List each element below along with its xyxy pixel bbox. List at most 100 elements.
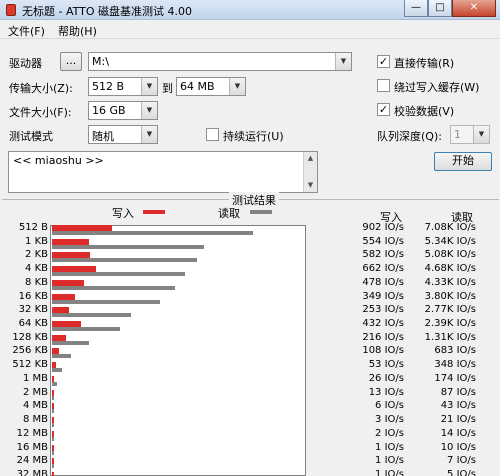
read-bar: [52, 231, 254, 235]
read-value: 174 IO/s: [434, 372, 476, 384]
legend-write-label: 写入: [112, 207, 134, 220]
read-value: 3.80K IO/s: [424, 290, 476, 302]
menu-help[interactable]: 帮助(H): [58, 23, 97, 39]
bypass-cache-checkbox[interactable]: [377, 79, 390, 92]
read-bar: [52, 299, 161, 304]
y-tick-label: 1 MB: [22, 372, 48, 384]
read-bar: [52, 244, 204, 249]
queue-depth-select[interactable]: 1 ▼: [450, 125, 490, 144]
close-button[interactable]: ✕: [452, 0, 496, 17]
y-tick-label: 8 MB: [22, 414, 48, 426]
y-tick-label: 1 KB: [25, 235, 48, 247]
results-chart: [50, 225, 306, 476]
y-tick-label: 512 KB: [12, 359, 48, 371]
read-bar: [52, 340, 90, 345]
read-bar: [52, 423, 54, 428]
transfer-to-value: 64 MB: [180, 80, 215, 93]
legend-read-swatch: [250, 210, 272, 214]
transfer-size-label: 传输大小(Z):: [9, 82, 73, 95]
write-value: 582 IO/s: [362, 249, 404, 261]
menu-bar: 文件(F) 帮助(H): [0, 20, 500, 39]
write-value: 662 IO/s: [362, 263, 404, 275]
y-tick-label: 128 KB: [12, 331, 48, 343]
write-value: 253 IO/s: [362, 304, 404, 316]
write-value: 902 IO/s: [362, 222, 404, 233]
y-tick-label: 16 MB: [16, 441, 48, 453]
read-bar: [52, 450, 54, 455]
read-value: 7.08K IO/s: [424, 222, 476, 233]
transfer-to-select[interactable]: 64 MB ▼: [176, 77, 246, 96]
read-value: 43 IO/s: [440, 400, 476, 412]
verify-data-checkbox[interactable]: ✓: [377, 103, 390, 116]
y-tick-label: 4 MB: [22, 400, 48, 412]
chevron-down-icon: ▼: [141, 126, 157, 143]
chevron-down-icon: ▼: [335, 53, 351, 70]
read-bar: [52, 272, 186, 277]
app-icon: [6, 4, 16, 16]
read-bar: [52, 409, 54, 414]
test-mode-value: 随机: [92, 130, 114, 143]
chevron-down-icon: ▼: [141, 78, 157, 95]
continuous-label: 持续运行(U): [223, 130, 284, 143]
bypass-cache-label: 绕过写入缓存(W): [394, 81, 480, 94]
menu-file[interactable]: 文件(F): [8, 23, 45, 39]
read-bar: [52, 285, 176, 290]
notes-text: << miaoshu >>: [13, 154, 104, 167]
title-bar: 无标题 - ATTO 磁盘基准测试 4.00 — □ ✕: [0, 0, 500, 20]
read-value: 14 IO/s: [440, 427, 476, 439]
maximize-button[interactable]: □: [428, 0, 452, 17]
write-value: 108 IO/s: [362, 345, 404, 357]
browse-button[interactable]: ...: [60, 52, 82, 71]
read-value: 87 IO/s: [440, 386, 476, 398]
read-bar: [52, 464, 54, 469]
file-size-label: 文件大小(F):: [9, 106, 72, 119]
read-value: 5 IO/s: [447, 468, 476, 476]
read-bar: [52, 258, 197, 263]
write-value: 1 IO/s: [375, 468, 404, 476]
transfer-to-label: 到: [162, 82, 173, 95]
file-size-select[interactable]: 16 GB ▼: [88, 101, 158, 120]
y-tick-label: 4 KB: [25, 263, 48, 275]
read-bar: [52, 436, 54, 441]
scroll-down-icon[interactable]: ▼: [304, 179, 317, 192]
notes-textbox[interactable]: << miaoshu >> ▲ ▼: [8, 151, 318, 193]
read-value: 10 IO/s: [440, 441, 476, 453]
transfer-from-value: 512 B: [92, 80, 125, 93]
write-value: 216 IO/s: [362, 331, 404, 343]
read-value: 5.34K IO/s: [424, 235, 476, 247]
y-tick-label: 12 MB: [16, 427, 48, 439]
scroll-up-icon[interactable]: ▲: [304, 152, 317, 165]
direct-io-checkbox[interactable]: ✓: [377, 55, 390, 68]
read-value: 21 IO/s: [440, 414, 476, 426]
read-value: 7 IO/s: [447, 455, 476, 467]
verify-data-label: 校验数据(V): [394, 105, 455, 118]
transfer-from-select[interactable]: 512 B ▼: [88, 77, 158, 96]
test-mode-select[interactable]: 随机 ▼: [88, 125, 158, 144]
read-bar: [52, 368, 62, 373]
write-value: 478 IO/s: [362, 276, 404, 288]
y-tick-label: 32 MB: [16, 468, 48, 476]
file-size-value: 16 GB: [92, 104, 126, 117]
write-value: 26 IO/s: [368, 372, 404, 384]
read-value: 4.68K IO/s: [424, 263, 476, 275]
y-tick-label: 512 B: [18, 222, 48, 233]
start-button[interactable]: 开始: [434, 152, 492, 171]
queue-depth-value: 1: [454, 128, 461, 141]
drive-select[interactable]: M:\ ▼: [88, 52, 352, 71]
write-value: 554 IO/s: [362, 235, 404, 247]
y-tick-label: 8 KB: [25, 276, 48, 288]
y-tick-label: 64 KB: [18, 318, 48, 330]
y-tick-label: 16 KB: [18, 290, 48, 302]
read-bar: [52, 327, 120, 332]
y-tick-label: 2 KB: [25, 249, 48, 261]
window-title: 无标题 - ATTO 磁盘基准测试 4.00: [22, 5, 193, 18]
minimize-button[interactable]: —: [404, 0, 428, 17]
drive-value: M:\: [92, 55, 109, 68]
read-value: 348 IO/s: [434, 359, 476, 371]
write-value: 53 IO/s: [368, 359, 404, 371]
write-value: 1 IO/s: [375, 455, 404, 467]
notes-scrollbar[interactable]: ▲ ▼: [303, 152, 317, 192]
chevron-down-icon: ▼: [141, 102, 157, 119]
direct-io-label: 直接传输(R): [394, 57, 455, 70]
continuous-checkbox[interactable]: [206, 128, 219, 141]
